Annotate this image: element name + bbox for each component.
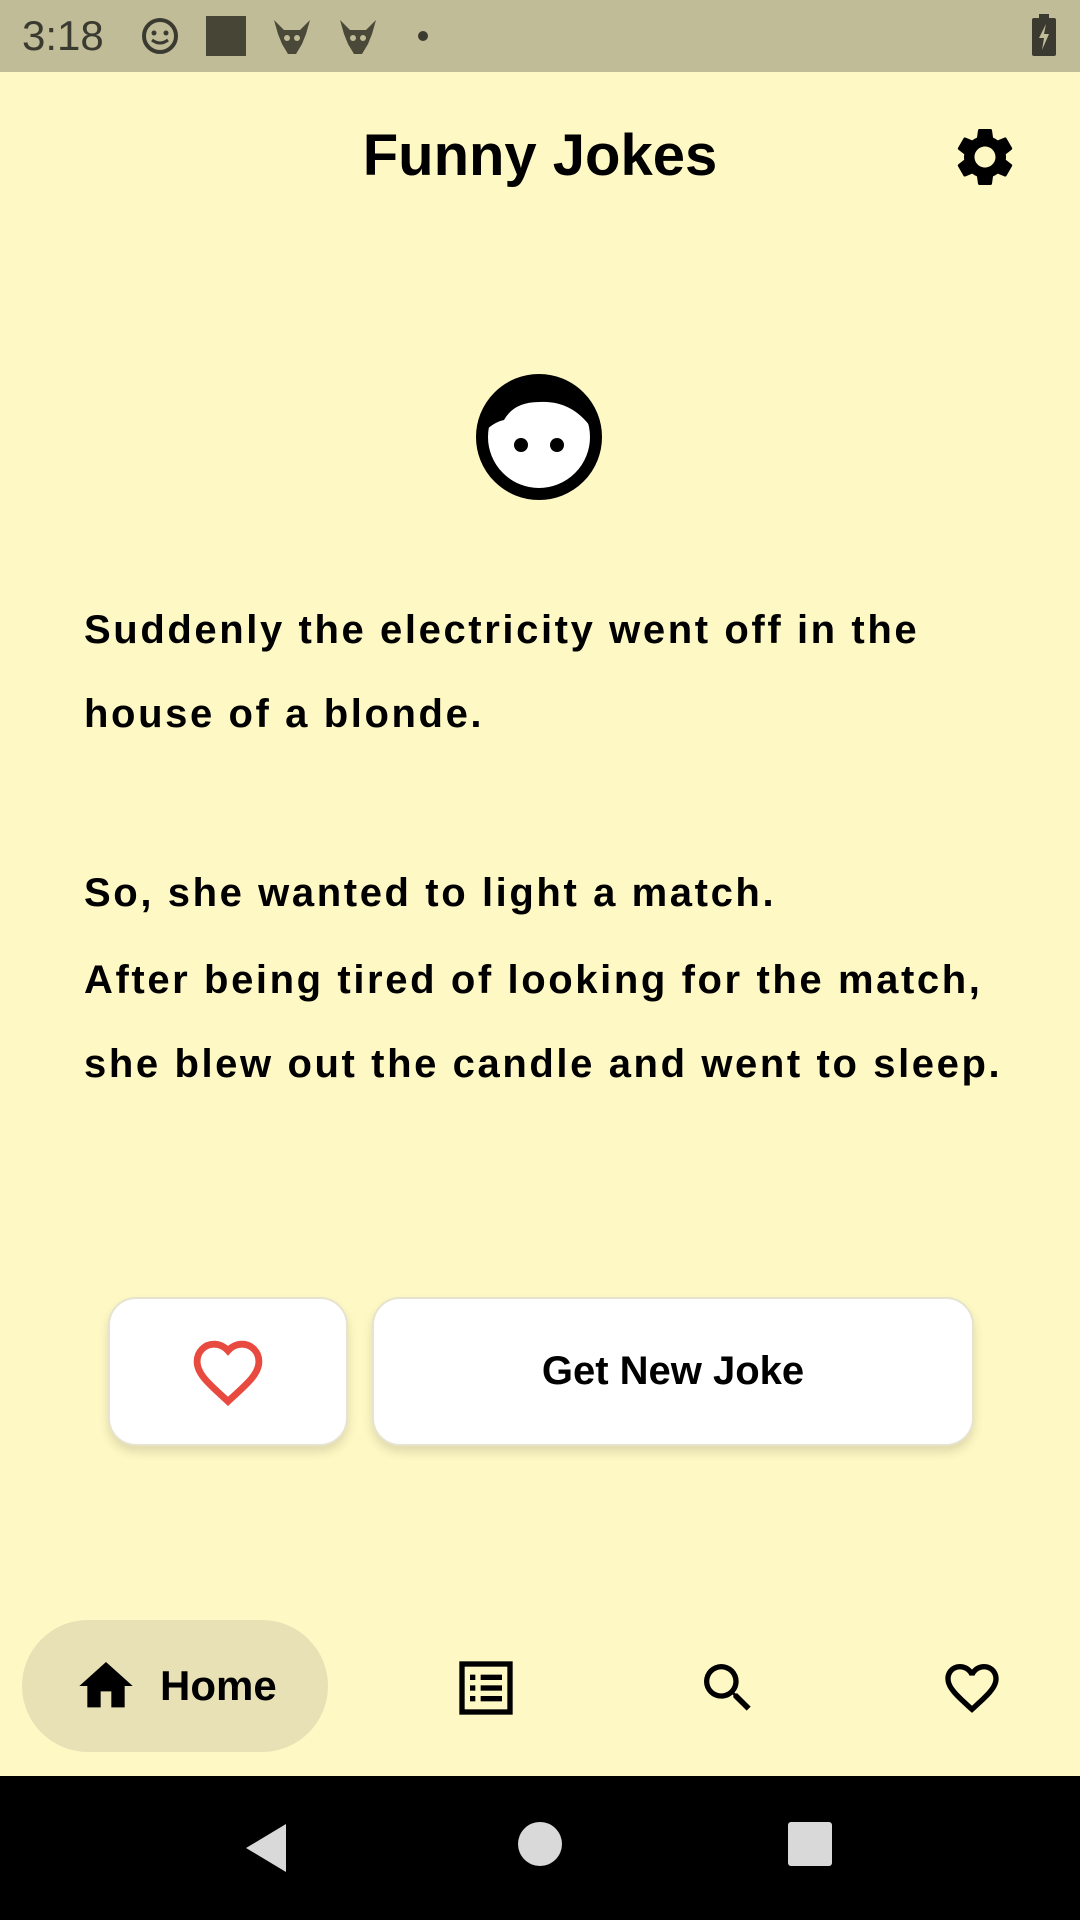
joke-line: Suddenly the electricity went off in the… <box>84 608 920 736</box>
get-new-joke-button[interactable]: Get New Joke <box>372 1297 974 1446</box>
home-circle-icon[interactable] <box>516 1820 564 1868</box>
bottom-navigation: Home <box>0 1600 1080 1776</box>
favorite-button[interactable] <box>108 1297 348 1446</box>
gremlin-icon <box>340 20 376 54</box>
heart-outline-icon <box>193 1340 263 1406</box>
status-time: 3:18 <box>22 12 104 59</box>
recents-icon[interactable] <box>786 1820 834 1868</box>
nav-home-label: Home <box>160 1662 277 1709</box>
page-title: Funny Jokes <box>362 123 718 188</box>
emoji-icon <box>142 18 178 54</box>
square-icon <box>206 16 246 56</box>
system-navigation-bar <box>0 1776 1080 1920</box>
gear-icon[interactable] <box>950 122 1020 192</box>
face-icon <box>476 374 602 500</box>
search-icon[interactable] <box>696 1656 760 1720</box>
battery-charging-icon <box>1032 14 1056 56</box>
joke-line: After being tired of looking for the mat… <box>84 958 1003 1086</box>
heart-outline-icon[interactable] <box>940 1656 1004 1720</box>
nav-item-home[interactable]: Home <box>22 1620 328 1752</box>
status-bar: 3:18 <box>0 0 1080 72</box>
joke-text: Suddenly the electricity went off in the… <box>84 588 1004 1106</box>
gremlin-icon <box>274 20 310 54</box>
list-icon[interactable] <box>454 1656 518 1720</box>
joke-line: So, she wanted to light a match. <box>84 871 777 915</box>
home-icon <box>79 1662 133 1708</box>
back-icon[interactable] <box>240 1820 290 1876</box>
dot-icon <box>418 31 428 41</box>
